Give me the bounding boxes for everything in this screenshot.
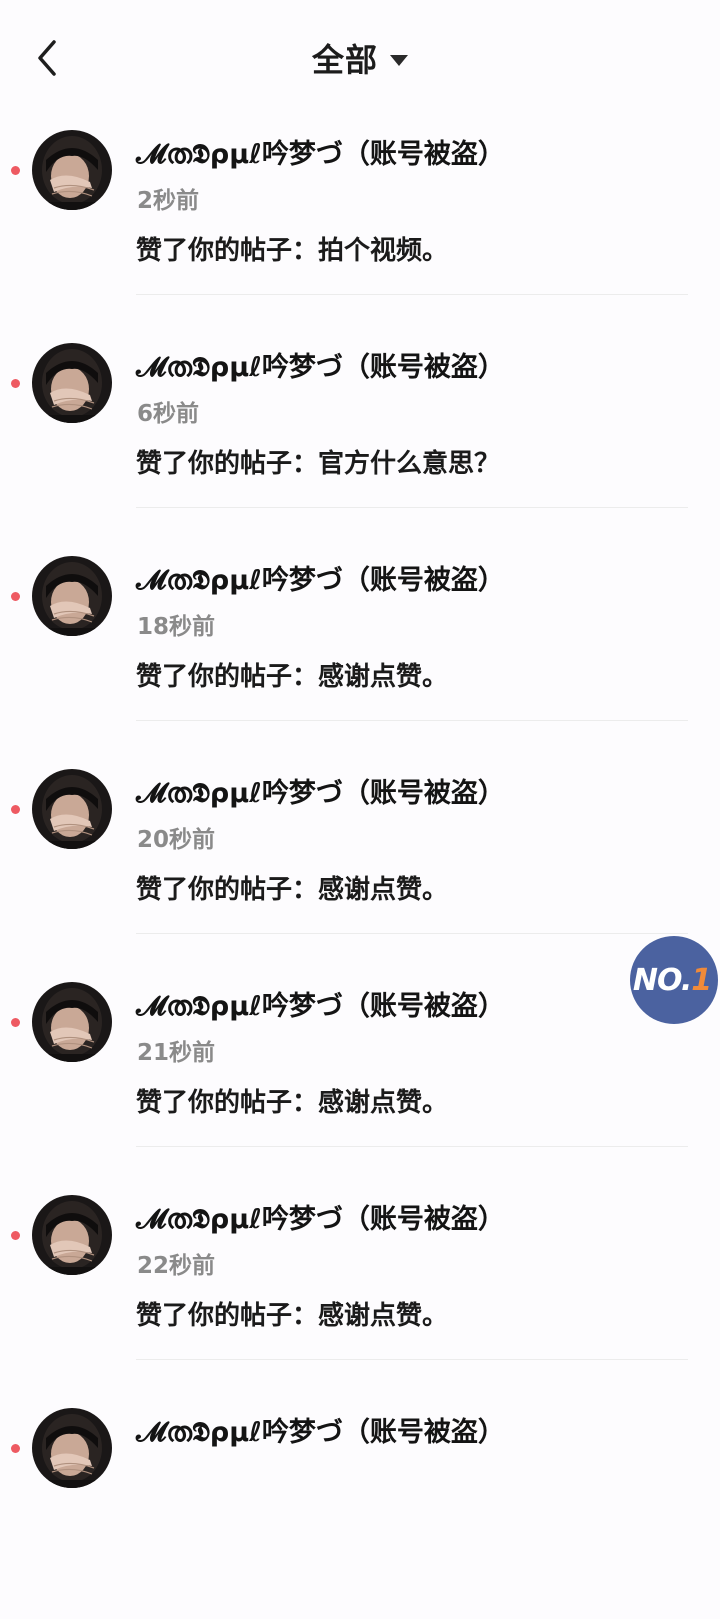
unread-dot [11,1444,20,1453]
timestamp: 21秒前 [137,1040,216,1066]
badge-number: 1 [691,962,712,998]
timestamp: 6秒前 [137,401,200,427]
notification-item[interactable]: 𝓜ത𝕯ρµℓ吟梦づ（账号被盗） [0,1406,720,1619]
unread-dot [11,1018,20,1027]
notification-message[interactable]: 赞了你的帖子：官方什么意思？ [136,443,500,480]
divider [136,507,688,508]
notification-item[interactable]: 𝓜ത𝕯ρµℓ吟梦づ（账号被盗） 2秒前 赞了你的帖子：拍个视频。 [0,128,720,341]
unread-dot [11,592,20,601]
unread-dot [11,805,20,814]
avatar[interactable] [32,343,112,423]
username[interactable]: 𝓜ത𝕯ρµℓ吟梦づ（账号被盗） [136,345,505,384]
page-title: 全部 [311,41,378,79]
notification-item[interactable]: 𝓜ത𝕯ρµℓ吟梦づ（账号被盗） 18秒前 赞了你的帖子：感谢点赞。 [0,554,720,767]
timestamp: 22秒前 [137,1253,216,1279]
filter-dropdown[interactable]: 全部 [0,34,720,82]
avatar[interactable] [32,1408,112,1488]
avatar[interactable] [32,130,112,210]
avatar[interactable] [32,556,112,636]
username[interactable]: 𝓜ത𝕯ρµℓ吟梦づ（账号被盗） [136,1197,505,1236]
username[interactable]: 𝓜ത𝕯ρµℓ吟梦づ（账号被盗） [136,132,505,171]
divider [136,720,688,721]
badge-label: NO.1 [632,962,712,998]
username[interactable]: 𝓜ത𝕯ρµℓ吟梦づ（账号被盗） [136,771,505,810]
notification-message[interactable]: 赞了你的帖子：感谢点赞。 [136,1295,448,1332]
divider [136,1359,688,1360]
unread-dot [11,1231,20,1240]
notification-item[interactable]: 𝓜ത𝕯ρµℓ吟梦づ（账号被盗） 21秒前 赞了你的帖子：感谢点赞。 [0,980,720,1193]
divider [136,1146,688,1147]
username[interactable]: 𝓜ത𝕯ρµℓ吟梦づ（账号被盗） [136,984,505,1023]
notification-message[interactable]: 赞了你的帖子：感谢点赞。 [136,656,448,693]
notification-item[interactable]: 𝓜ത𝕯ρµℓ吟梦づ（账号被盗） 22秒前 赞了你的帖子：感谢点赞。 [0,1193,720,1406]
avatar[interactable] [32,982,112,1062]
notification-message[interactable]: 赞了你的帖子：感谢点赞。 [136,1082,448,1119]
notification-list: 𝓜ത𝕯ρµℓ吟梦づ（账号被盗） 2秒前 赞了你的帖子：拍个视频。 𝓜ത𝕯ρµℓ吟… [0,128,720,1619]
notification-message[interactable]: 赞了你的帖子：感谢点赞。 [136,869,448,906]
avatar[interactable] [32,769,112,849]
unread-dot [11,379,20,388]
notification-message[interactable]: 赞了你的帖子：拍个视频。 [136,230,448,267]
divider [136,294,688,295]
top-bar: 全部 [0,0,720,115]
unread-dot [11,166,20,175]
timestamp: 20秒前 [137,827,216,853]
rank-badge[interactable]: NO.1 [630,936,718,1024]
notification-item[interactable]: 𝓜ത𝕯ρµℓ吟梦づ（账号被盗） 20秒前 赞了你的帖子：感谢点赞。 [0,767,720,980]
divider [136,933,688,934]
timestamp: 18秒前 [137,614,216,640]
avatar[interactable] [32,1195,112,1275]
notification-item[interactable]: 𝓜ത𝕯ρµℓ吟梦づ（账号被盗） 6秒前 赞了你的帖子：官方什么意思？ [0,341,720,554]
username[interactable]: 𝓜ത𝕯ρµℓ吟梦づ（账号被盗） [136,558,505,597]
badge-prefix: NO. [632,962,692,998]
caret-down-icon [390,54,408,66]
timestamp: 2秒前 [137,188,200,214]
username[interactable]: 𝓜ത𝕯ρµℓ吟梦づ（账号被盗） [136,1410,505,1449]
